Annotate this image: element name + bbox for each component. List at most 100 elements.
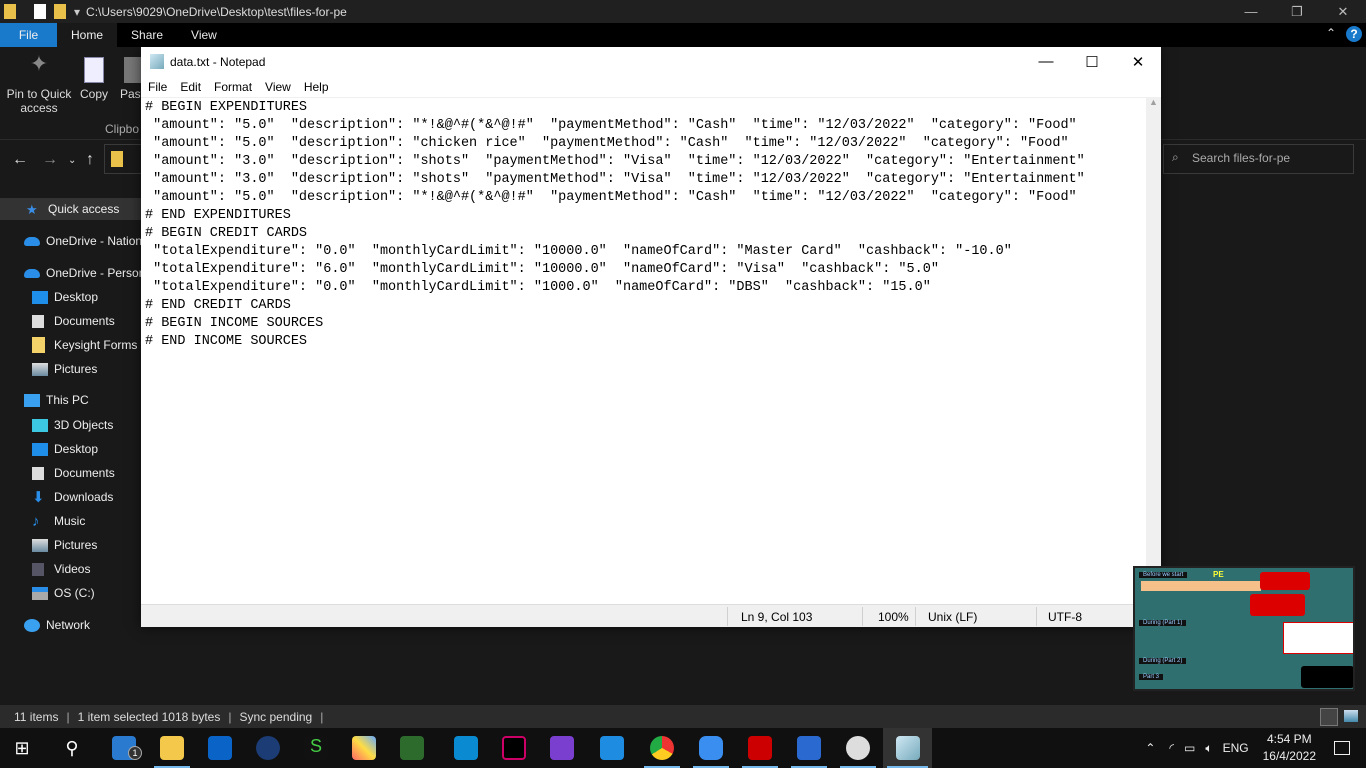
thumbnail-section: During (Part 2) [1139,658,1187,664]
zoom-icon [699,736,723,760]
address-bar[interactable] [104,144,144,174]
menu-help[interactable]: Help [297,80,335,94]
nav-item-3d-objects[interactable]: 3D Objects [32,414,113,436]
nav-label: Keysight Forms t [54,338,145,352]
pin-label: Pin to Quick [6,87,72,101]
nav-label: Pictures [54,538,98,552]
paste-button[interactable]: Past [120,57,142,101]
menu-view[interactable]: View [258,80,297,94]
nav-item-documents-pc[interactable]: Documents [32,462,115,484]
nav-label: Videos [54,562,91,576]
explorer-status-bar: 11 items | 1 item selected 1018 bytes | Sy… [0,705,1366,728]
close-button[interactable]: ✕ [1320,0,1366,23]
minimize-button[interactable]: — [1023,47,1069,76]
search-input[interactable]: ⌕ Search files-for-pe [1163,144,1354,174]
show-hidden-icons-icon[interactable]: ⌃ [1145,741,1155,755]
customize-quick-access-icon[interactable]: ▾ [74,5,80,19]
taskbar-app-s[interactable]: S [294,728,338,768]
taskbar-outlook[interactable] [198,728,242,768]
tab-home[interactable]: Home [57,23,118,47]
nav-item-downloads[interactable]: ⬇ Downloads [32,486,113,508]
close-button[interactable]: ✕ [1115,47,1161,76]
taskbar-chrome[interactable] [640,728,684,768]
menu-edit[interactable]: Edit [173,80,207,94]
restore-button[interactable]: ❐ [1274,0,1320,23]
nav-item-desktop[interactable]: Desktop [32,286,98,308]
window-path: C:\Users\9029\OneDrive\Desktop\test\file… [86,4,347,19]
volume-icon[interactable]: 🔈︎ [1205,741,1212,756]
taskbar-paint[interactable] [836,728,880,768]
menu-format[interactable]: Format [207,80,258,94]
copy-button[interactable]: Copy [78,57,110,101]
wifi-icon[interactable]: ◜ [1169,741,1174,755]
search-button[interactable]: ⚲ [50,728,94,768]
taskbar-acrobat[interactable] [738,728,782,768]
taskbar-powershell[interactable] [787,728,831,768]
nav-item-this-pc[interactable]: This PC [24,389,89,411]
pin-to-quick-access-button[interactable]: ✦ Pin to Quick access [6,53,72,116]
download-icon: ⬇ [32,488,45,506]
new-folder-icon[interactable] [54,4,66,19]
taskbar-visual-studio[interactable] [540,728,584,768]
git-icon [352,736,376,760]
nav-label: Network [46,618,91,632]
taskbar-git-app[interactable] [342,728,386,768]
scroll-up-icon[interactable]: ▲ [1149,97,1158,107]
taskbar-notepad[interactable] [883,728,932,768]
back-icon[interactable]: ← [12,151,28,169]
minimize-button[interactable]: — [1228,0,1274,23]
nav-item-onedrive-personal[interactable]: OneDrive - Person [24,262,145,284]
nav-item-documents[interactable]: Documents [32,310,115,332]
paint-icon [846,736,870,760]
nav-item-network[interactable]: Network [24,614,90,636]
taskbar-app-1[interactable]: 1 [102,728,146,768]
taskbar-vs-app[interactable] [390,728,434,768]
nav-item-pictures-pc[interactable]: Pictures [32,534,97,556]
tab-share[interactable]: Share [117,23,177,47]
taskbar-file-explorer[interactable] [150,728,194,768]
collapse-ribbon-icon[interactable]: ⌃ [1326,26,1336,40]
nav-item-keysight-forms[interactable]: Keysight Forms t [32,334,144,356]
nav-item-quick-access[interactable]: ★ Quick access [0,198,150,220]
nav-label: Music [54,514,86,528]
tab-file[interactable]: File [0,23,57,47]
large-icons-view-button[interactable] [1344,710,1358,722]
recent-locations-icon[interactable]: ⌄ [68,155,76,166]
nav-label: 3D Objects [54,418,114,432]
network-icon [24,618,40,632]
forward-icon[interactable]: → [42,151,58,169]
properties-icon[interactable] [34,4,46,19]
maximize-button[interactable]: ☐ [1069,47,1115,76]
shared-screen-thumbnail[interactable]: PE Before we start During (Part 1) Durin… [1133,566,1355,691]
nav-item-desktop-pc[interactable]: Desktop [32,438,98,460]
action-center-icon[interactable] [1334,741,1350,755]
videos-icon [32,562,44,576]
taskbar-arduino[interactable] [444,728,488,768]
text-line: "totalExpenditure": "0.0" "monthlyCardLi… [145,280,931,295]
clock[interactable]: 4:54 PM 16/4/2022 [1263,731,1316,765]
taskbar-intellij[interactable] [492,728,536,768]
language-indicator[interactable]: ENG [1223,741,1249,755]
nav-item-videos[interactable]: Videos [32,558,90,580]
taskbar-zoom[interactable] [689,728,733,768]
desktop-icon [32,442,48,456]
copy-label: Copy [79,87,108,101]
cursor-position: Ln 9, Col 103 [741,610,813,624]
start-button[interactable]: ⊞ [0,728,44,768]
nav-item-os-c[interactable]: OS (C:) [32,582,95,604]
taskbar-vscode[interactable] [590,728,634,768]
taskbar-steam[interactable] [246,728,290,768]
text-editor[interactable]: # BEGIN EXPENDITURES "amount": "5.0" "de… [141,97,1146,604]
desktop-icon [32,290,48,304]
nav-item-onedrive-national[interactable]: OneDrive - Nation [24,230,142,252]
menu-file[interactable]: File [141,80,173,94]
help-icon[interactable]: ? [1346,26,1362,42]
nav-item-pictures[interactable]: Pictures [32,358,97,380]
nav-item-music[interactable]: ♪ Music [32,510,85,532]
battery-icon[interactable]: ▭ [1184,741,1195,755]
details-view-button[interactable] [1320,708,1338,726]
up-icon[interactable]: ↑ [86,151,94,169]
tab-view[interactable]: View [177,23,231,47]
system-tray: ⌃ ◜ ▭ 🔈︎ ENG 4:54 PM 16/4/2022 [1145,728,1366,768]
vertical-scrollbar[interactable]: ▲ [1146,97,1161,604]
